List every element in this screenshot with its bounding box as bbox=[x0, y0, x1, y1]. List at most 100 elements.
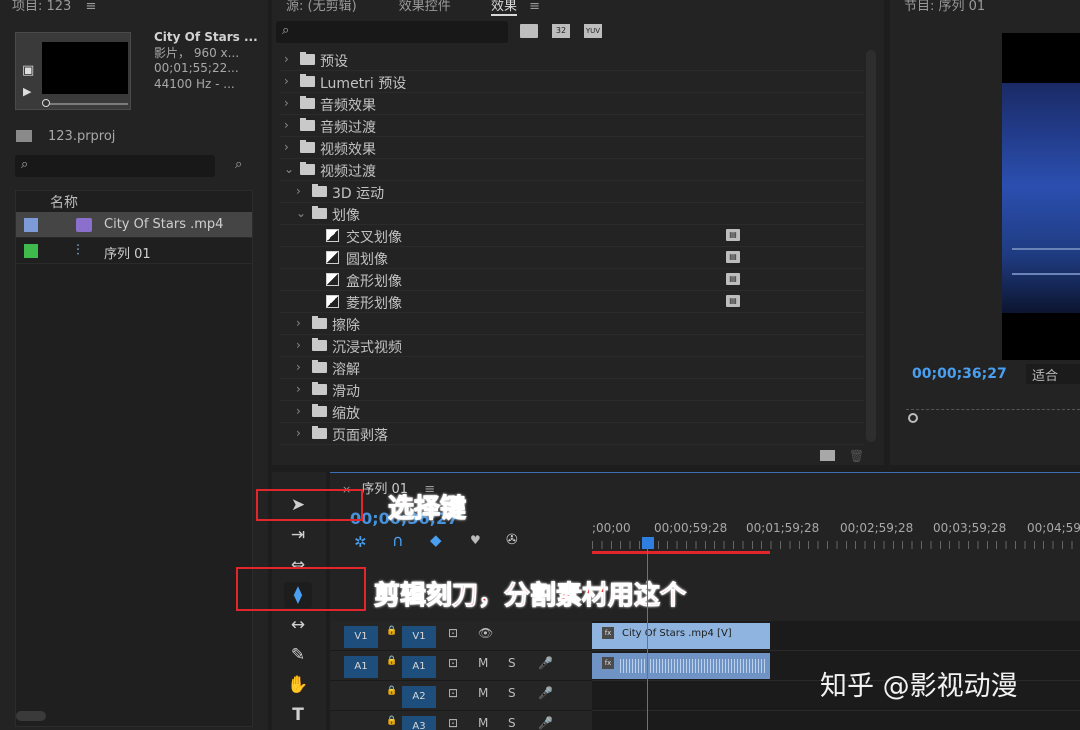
effects-search-input[interactable]: ⌕ bbox=[276, 21, 508, 43]
effects-folder-row[interactable]: › 擦除 bbox=[280, 313, 864, 335]
wrench-icon[interactable]: ✇ bbox=[506, 532, 518, 548]
hand-tool-icon[interactable]: ✋ bbox=[284, 672, 312, 698]
tab-effect-controls[interactable]: 效果控件 bbox=[399, 0, 451, 14]
effects-folder-row[interactable]: › 视频效果 bbox=[280, 137, 864, 159]
clip-thumbnail[interactable]: ▣ ▶ bbox=[15, 32, 131, 110]
chevron-right-icon[interactable]: › bbox=[284, 52, 289, 66]
track-target-button[interactable]: V1 bbox=[402, 626, 436, 648]
bin-item[interactable]: ⫶ 序列 01 bbox=[16, 238, 252, 264]
marker-icon[interactable]: ♥ bbox=[470, 533, 481, 547]
sync-icon[interactable]: ⊡ bbox=[448, 626, 458, 640]
source-patch-button[interactable]: V1 bbox=[344, 626, 378, 648]
transition-item[interactable]: ▤ 盒形划像 bbox=[280, 269, 864, 291]
play-icon[interactable]: ▶ bbox=[23, 85, 31, 98]
chevron-down-icon[interactable]: ⌄ bbox=[284, 162, 294, 176]
thumbnail-scrubber[interactable] bbox=[44, 103, 128, 105]
scrubber-handle[interactable] bbox=[42, 99, 50, 107]
tab-source[interactable]: 源: (无剪辑) bbox=[286, 0, 357, 14]
chevron-right-icon[interactable]: › bbox=[296, 382, 301, 396]
track-target-button[interactable]: A3 bbox=[402, 716, 436, 730]
chevron-right-icon[interactable]: › bbox=[296, 184, 301, 198]
track-lane[interactable] bbox=[592, 711, 1080, 730]
lock-icon[interactable]: 🔒 bbox=[386, 716, 397, 726]
effects-folder-row[interactable]: › 音频效果 bbox=[280, 93, 864, 115]
sync-icon[interactable]: ⊡ bbox=[448, 686, 458, 700]
column-header-name[interactable]: 名称 bbox=[50, 192, 78, 212]
chevron-down-icon[interactable]: ⌄ bbox=[296, 206, 306, 220]
effects-folder-row[interactable]: › 音频过渡 bbox=[280, 115, 864, 137]
chevron-right-icon[interactable]: › bbox=[296, 426, 301, 440]
lock-icon[interactable]: 🔒 bbox=[386, 686, 397, 696]
solo-button[interactable]: S bbox=[508, 656, 516, 670]
slip-tool-icon[interactable]: ↔ bbox=[284, 612, 312, 638]
panel-menu-icon[interactable]: ≡ bbox=[529, 0, 540, 14]
chevron-right-icon[interactable]: › bbox=[296, 360, 301, 374]
chevron-right-icon[interactable]: › bbox=[284, 96, 289, 110]
effects-folder-row[interactable]: › 溶解 bbox=[280, 357, 864, 379]
audio-clip[interactable]: fx bbox=[592, 653, 770, 679]
snap-icon[interactable]: ✲ bbox=[354, 533, 367, 551]
effects-folder-row[interactable]: › 3D 运动 bbox=[280, 181, 864, 203]
camera-icon[interactable]: ▣ bbox=[22, 63, 34, 78]
mic-icon[interactable]: 🎤 bbox=[538, 716, 553, 730]
effects-folder-row[interactable]: › 沉浸式视频 bbox=[280, 335, 864, 357]
program-playhead[interactable] bbox=[908, 413, 918, 423]
track-header[interactable]: 🔒 A2 ⊡ M S 🎤 bbox=[330, 681, 592, 711]
transition-item[interactable]: ▤ 圆划像 bbox=[280, 247, 864, 269]
sync-icon[interactable]: ⊡ bbox=[448, 716, 458, 730]
effects-folder-row[interactable]: › Lumetri 预设 bbox=[280, 71, 864, 93]
source-patch-button[interactable]: A1 bbox=[344, 656, 378, 678]
track-target-button[interactable]: A1 bbox=[402, 656, 436, 678]
32bit-effects-badge[interactable]: 32 bbox=[552, 24, 570, 38]
program-frame[interactable] bbox=[1002, 33, 1080, 360]
effects-scrollbar[interactable] bbox=[866, 50, 876, 442]
panel-menu-icon[interactable]: ≡ bbox=[85, 0, 96, 14]
work-area-bar[interactable] bbox=[592, 551, 770, 554]
bin-item[interactable]: City Of Stars .mp4 bbox=[16, 212, 252, 238]
mic-icon[interactable]: 🎤 bbox=[538, 686, 553, 700]
effects-folder-row[interactable]: › 页面剥落 bbox=[280, 423, 864, 445]
yuv-effects-badge[interactable]: YUV bbox=[584, 24, 602, 38]
playhead-handle[interactable] bbox=[642, 537, 654, 549]
tab-effects[interactable]: 效果 bbox=[490, 0, 517, 16]
program-monitor-title[interactable]: 节目: 序列 01 bbox=[904, 0, 985, 14]
sync-icon[interactable]: ⊡ bbox=[448, 656, 458, 670]
eye-icon[interactable]: 👁 bbox=[478, 626, 493, 640]
chevron-right-icon[interactable]: › bbox=[296, 316, 301, 330]
track-header[interactable]: 🔒 A3 ⊡ M S 🎤 bbox=[330, 711, 592, 730]
accelerated-effects-icon[interactable] bbox=[520, 24, 538, 38]
mute-button[interactable]: M bbox=[478, 656, 488, 670]
effects-folder-row[interactable]: › 缩放 bbox=[280, 401, 864, 423]
chevron-right-icon[interactable]: › bbox=[284, 140, 289, 154]
chevron-right-icon[interactable]: › bbox=[296, 404, 301, 418]
type-tool-icon[interactable]: T bbox=[284, 702, 312, 728]
project-search-input[interactable]: ⌕ bbox=[15, 155, 215, 177]
project-panel-title[interactable]: 项目: 123 bbox=[12, 0, 71, 14]
transition-item[interactable]: ▤ 菱形划像 bbox=[280, 291, 864, 313]
linked-selection-icon[interactable]: ∩ bbox=[392, 531, 404, 550]
label-color-swatch[interactable] bbox=[24, 244, 38, 258]
label-color-swatch[interactable] bbox=[24, 218, 38, 232]
chevron-right-icon[interactable]: › bbox=[284, 74, 289, 88]
video-clip[interactable]: fx City Of Stars .mp4 [V] bbox=[592, 623, 770, 649]
effects-folder-row[interactable]: › 滑动 bbox=[280, 379, 864, 401]
zoom-slider[interactable] bbox=[16, 711, 46, 721]
track-target-button[interactable]: A2 bbox=[402, 686, 436, 708]
mute-button[interactable]: M bbox=[478, 686, 488, 700]
program-ruler[interactable] bbox=[906, 402, 1080, 410]
lock-icon[interactable]: 🔒 bbox=[386, 656, 397, 666]
track-select-tool-icon[interactable]: ⇥ bbox=[284, 522, 312, 548]
pen-tool-icon[interactable]: ✎ bbox=[284, 642, 312, 668]
chevron-right-icon[interactable]: › bbox=[284, 118, 289, 132]
effects-folder-row[interactable]: ⌄ 划像 bbox=[280, 203, 864, 225]
lock-icon[interactable]: 🔒 bbox=[386, 626, 397, 636]
trash-icon[interactable]: 🗑 bbox=[849, 449, 864, 463]
solo-button[interactable]: S bbox=[508, 686, 516, 700]
chevron-right-icon[interactable]: › bbox=[296, 338, 301, 352]
mute-button[interactable]: M bbox=[478, 716, 488, 730]
mic-icon[interactable]: 🎤 bbox=[538, 656, 553, 670]
effects-folder-row[interactable]: › 预设 bbox=[280, 49, 864, 71]
solo-button[interactable]: S bbox=[508, 716, 516, 730]
program-timecode[interactable]: 00;00;36;27 bbox=[912, 366, 1007, 382]
transition-item[interactable]: ▤ 交叉划像 bbox=[280, 225, 864, 247]
